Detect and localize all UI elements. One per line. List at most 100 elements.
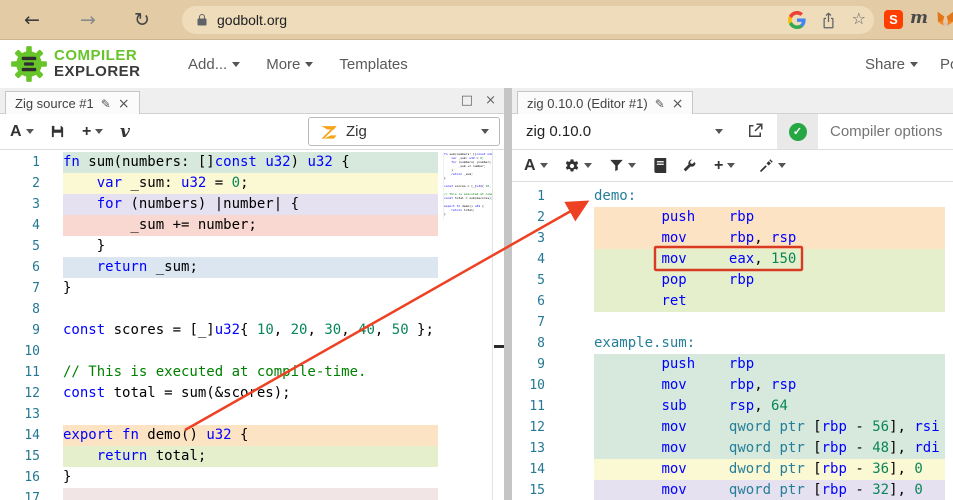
book-icon: [654, 158, 667, 173]
menu-policies[interactable]: Policies: [940, 56, 953, 73]
libraries-button[interactable]: [653, 150, 667, 181]
src-line-5[interactable]: 5 }: [0, 236, 504, 257]
font-size-button[interactable]: A: [10, 114, 34, 149]
svelte-extension-icon[interactable]: S: [884, 10, 903, 29]
src-line-8[interactable]: 8: [0, 299, 504, 320]
zig-logo-icon: [321, 125, 337, 139]
line-number: 16: [24, 470, 40, 485]
menu-add[interactable]: Add...: [188, 56, 241, 73]
filter-button[interactable]: [609, 150, 636, 181]
src-line-7[interactable]: 7}: [0, 278, 504, 299]
line-number: 7: [537, 315, 545, 330]
forward-icon[interactable]: →: [80, 7, 96, 33]
open-in-new-window-button[interactable]: [746, 122, 764, 140]
source-editor[interactable]: 1 fn sum(numbers: []const u32) u32 {2 var…: [0, 150, 504, 500]
src-line-11[interactable]: 11// This is executed at compile-time.: [0, 362, 504, 383]
url-text: godbolt.org: [217, 12, 288, 28]
line-number: 14: [529, 462, 545, 477]
asm-line-1[interactable]: 1 demo:: [512, 186, 953, 207]
compiler-settings-button[interactable]: [564, 150, 592, 181]
save-button[interactable]: [50, 114, 65, 149]
logo-text-explorer: EXPLORER: [54, 63, 141, 80]
status-ok-icon[interactable]: ✓: [788, 122, 807, 141]
splitter-handle[interactable]: [494, 345, 504, 348]
menu-templates[interactable]: Templates: [339, 56, 407, 73]
tab-zig-source[interactable]: Zig source #1 ✎ ×: [5, 91, 140, 115]
asm-line-9[interactable]: 9 push rbp: [512, 354, 953, 375]
pane-splitter[interactable]: [504, 88, 512, 500]
bookmark-star-icon[interactable]: ☆: [852, 9, 866, 28]
compiler-options-input[interactable]: [830, 119, 948, 144]
reload-icon[interactable]: ↻: [134, 7, 150, 33]
add-pane-button[interactable]: +: [82, 114, 104, 149]
src-line-17[interactable]: 17: [0, 488, 504, 500]
src-line-6[interactable]: 6 return _sum;: [0, 257, 504, 278]
close-tab-icon[interactable]: ×: [672, 96, 684, 112]
tab-compiler-output[interactable]: zig 0.10.0 (Editor #1) ✎ ×: [517, 91, 694, 115]
chevron-down-icon: [910, 61, 919, 67]
src-line-12[interactable]: 12 const total = sum(&scores);: [0, 383, 504, 404]
add-pane-button[interactable]: +: [714, 150, 736, 181]
assembly-output[interactable]: 1 demo: 2 push rbp 3 mov rbp, rsp 4 mov eax,…: [512, 182, 953, 500]
asm-line-7[interactable]: 7: [512, 312, 953, 333]
line-number: 9: [32, 323, 40, 338]
compiler-select[interactable]: zig 0.10.0: [512, 114, 737, 149]
asm-line-13[interactable]: 13 mov qword ptr [rbp - 48], rdi: [512, 438, 953, 459]
line-number: 8: [537, 336, 545, 351]
asm-line-11[interactable]: 11 sub rsp, 64: [512, 396, 953, 417]
maximize-pane-icon[interactable]: □: [461, 93, 473, 108]
src-line-15[interactable]: 15 return total;: [0, 446, 504, 467]
close-tab-icon[interactable]: ×: [118, 96, 130, 112]
src-line-1[interactable]: 1 fn sum(numbers: []const u32) u32 {: [0, 152, 504, 173]
line-number: 11: [529, 399, 545, 414]
overrides-button[interactable]: [681, 150, 697, 181]
line-number: 11: [24, 365, 40, 380]
menu-share[interactable]: Share: [865, 56, 919, 73]
save-icon: [51, 125, 64, 138]
asm-line-3[interactable]: 3 mov rbp, rsp: [512, 228, 953, 249]
src-line-10[interactable]: 10: [0, 341, 504, 362]
line-number: 3: [537, 231, 545, 246]
compiler-toolbar: A +: [512, 150, 953, 182]
asm-line-2[interactable]: 2 push rbp: [512, 207, 953, 228]
language-select[interactable]: Zig: [308, 117, 500, 146]
rename-icon[interactable]: ✎: [655, 97, 665, 111]
chevron-down-icon: [715, 129, 723, 134]
site-header: COMPILER EXPLORER Add... More Templates …: [0, 40, 953, 88]
src-line-14[interactable]: 14 export fn demo() u32 {: [0, 425, 504, 446]
src-line-3[interactable]: 3 for (numbers) |number| {: [0, 194, 504, 215]
vim-mode-button[interactable]: v: [120, 114, 130, 149]
close-pane-icon[interactable]: ×: [485, 93, 496, 108]
asm-line-6[interactable]: 6 ret: [512, 291, 953, 312]
metamask-icon[interactable]: [936, 10, 953, 29]
asm-line-5[interactable]: 5 pop rbp: [512, 270, 953, 291]
chevron-down-icon: [727, 163, 736, 168]
asm-line-8[interactable]: 8 example.sum:: [512, 333, 953, 354]
address-bar[interactable]: godbolt.org ☆: [182, 6, 874, 34]
font-size-button[interactable]: A: [524, 150, 548, 181]
src-line-13[interactable]: 13: [0, 404, 504, 425]
asm-line-10[interactable]: 10 mov rbp, rsp: [512, 375, 953, 396]
asm-line-15[interactable]: 15 mov qword ptr [rbp - 32], 0: [512, 480, 953, 500]
line-number: 3: [32, 197, 40, 212]
line-number: 13: [24, 407, 40, 422]
chevron-down-icon: [778, 163, 786, 168]
back-icon[interactable]: ←: [24, 7, 40, 33]
minimap[interactable]: fn sum(numbers: []const u32) u32 { var _…: [443, 152, 492, 220]
chevron-down-icon: [481, 129, 489, 134]
asm-line-4[interactable]: 4 mov eax, 150: [512, 249, 953, 270]
src-line-2[interactable]: 2 var _sum: u32 = 0;: [0, 173, 504, 194]
add-tool-button[interactable]: [759, 150, 786, 181]
asm-line-14[interactable]: 14 mov dword ptr [rbp - 36], 0: [512, 459, 953, 480]
share-page-icon[interactable]: [821, 12, 836, 29]
rename-icon[interactable]: ✎: [101, 97, 111, 111]
funnel-icon: [610, 159, 623, 172]
compiler-explorer-logo[interactable]: COMPILER EXPLORER: [10, 45, 141, 83]
src-line-16[interactable]: 16}: [0, 467, 504, 488]
m-extension-icon[interactable]: m: [910, 8, 928, 28]
asm-line-12[interactable]: 12 mov qword ptr [rbp - 56], rsi: [512, 417, 953, 438]
google-icon[interactable]: [788, 11, 806, 29]
menu-more[interactable]: More: [266, 56, 314, 73]
src-line-9[interactable]: 9 const scores = [_]u32{ 10, 20, 30, 40, …: [0, 320, 504, 341]
src-line-4[interactable]: 4 _sum += number;: [0, 215, 504, 236]
